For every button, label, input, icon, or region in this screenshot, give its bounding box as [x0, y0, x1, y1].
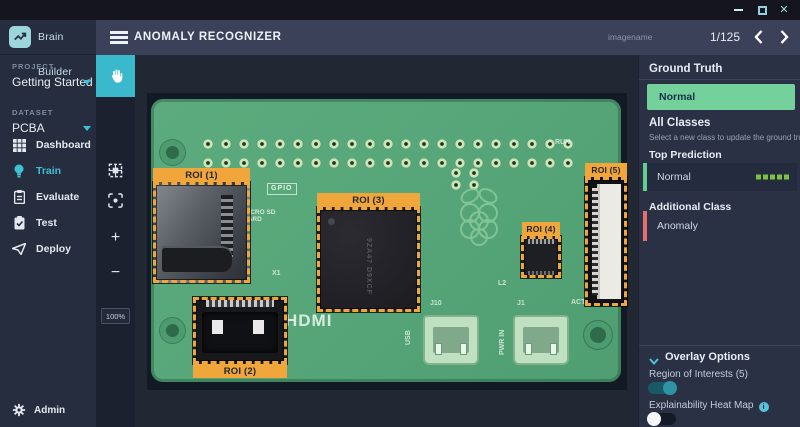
chip-marking-text: 9ZA47 D9XCF — [365, 238, 372, 295]
raspberry-logo — [455, 185, 503, 254]
zoom-level-badge[interactable]: 100% — [101, 308, 130, 324]
sidebar-item-admin[interactable]: Admin — [0, 397, 96, 423]
sidebar-item-test[interactable]: Test — [0, 210, 96, 236]
ground-truth-value[interactable]: Normal — [647, 84, 795, 110]
sidebar-item-dashboard[interactable]: Dashboard — [0, 132, 96, 158]
heatmap-toggle-label: Explainability Heat Map — [649, 400, 769, 412]
top-prediction-heading: Top Prediction — [649, 149, 722, 161]
inspector-panel: Ground Truth Normal All Classes Select a… — [638, 55, 800, 427]
close-icon[interactable] — [774, 0, 794, 20]
chevron-down-icon[interactable] — [649, 352, 659, 362]
roi-3-region[interactable]: 9ZA47 D9XCF — [317, 207, 420, 312]
admin-label: Admin — [34, 405, 65, 416]
hand-icon — [108, 68, 124, 84]
roi-5-label[interactable]: ROI (5) — [585, 163, 627, 177]
roi-1-label[interactable]: ROI (1) — [153, 168, 250, 182]
roi-3-label[interactable]: ROI (3) — [317, 193, 420, 207]
roi-2-region[interactable] — [193, 297, 287, 364]
clipboard-check-icon — [12, 216, 26, 230]
roi-toggle-label: Region of Interests (5) — [649, 369, 748, 380]
center-view-tool-button[interactable] — [96, 179, 135, 221]
roi-toggle[interactable] — [648, 382, 676, 394]
class-row-normal[interactable]: Normal — [643, 163, 797, 191]
sidebar-item-label: Dashboard — [36, 139, 91, 151]
info-icon[interactable] — [759, 402, 769, 412]
sidebar-item-train[interactable]: Train — [0, 158, 96, 184]
brain-builder-logo-icon — [9, 26, 31, 48]
usb-silkscreen-label: USB — [405, 330, 412, 345]
pwr-in-silkscreen-label: PWR IN — [499, 330, 506, 355]
all-classes-subtitle: Select a new class to update the ground … — [649, 133, 800, 142]
gpio-pin-row — [199, 157, 579, 169]
pagination-count: 1/125 — [710, 20, 740, 55]
main-menu: Dashboard Train Evaluate Test — [0, 132, 96, 262]
project-label: PROJECT — [12, 62, 54, 71]
gpio-pin-row — [199, 138, 579, 150]
sidebar-item-deploy[interactable]: Deploy — [0, 236, 96, 262]
gpio-silkscreen-label: GPIO — [267, 183, 297, 195]
clipboard-icon — [12, 190, 26, 204]
sidebar-item-label: Test — [36, 217, 57, 229]
ground-truth-heading: Ground Truth — [649, 63, 722, 75]
dataset-label: DATASET — [12, 108, 53, 117]
mounting-hole — [590, 327, 606, 343]
image-name: imagename — [608, 20, 652, 55]
heatmap-toggle[interactable] — [648, 413, 676, 425]
viewer-toolbar: 100% — [96, 55, 135, 427]
project-value[interactable]: Getting Started — [12, 75, 93, 89]
previous-image-icon[interactable] — [750, 29, 766, 45]
usb-port — [423, 315, 479, 365]
class-row-anomaly[interactable]: Anomaly — [643, 211, 797, 241]
app-window: Brain Builder PROJECT Getting Started DA… — [0, 0, 800, 427]
class-name: Normal — [657, 171, 691, 183]
roi-2-label[interactable]: ROI (2) — [193, 364, 287, 378]
app-name: Brain Builder — [38, 20, 96, 55]
j1-silkscreen-label: J1 — [517, 300, 525, 307]
pan-tool-button[interactable] — [96, 55, 135, 97]
power-port — [513, 315, 569, 365]
run-silkscreen-label: RUN — [555, 139, 570, 146]
j10-silkscreen-label: J10 — [430, 300, 442, 307]
sidebar-item-label: Evaluate — [36, 191, 79, 203]
next-image-icon[interactable] — [776, 29, 792, 45]
act-silkscreen-label: ACT — [571, 299, 585, 306]
send-icon — [12, 242, 26, 256]
window-titlebar — [0, 0, 800, 20]
all-classes-heading: All Classes — [649, 117, 710, 129]
roi-4-region[interactable] — [521, 236, 561, 278]
bulb-icon — [12, 164, 26, 178]
hdmi-silkscreen-label: HDMI — [285, 311, 332, 331]
sidebar-item-label: Deploy — [36, 243, 71, 255]
minimize-icon[interactable] — [728, 0, 748, 20]
zoom-out-button[interactable] — [96, 252, 135, 294]
project-caret-icon[interactable] — [83, 80, 91, 85]
hamburger-menu-icon[interactable] — [110, 31, 128, 44]
mounting-hole — [166, 146, 179, 159]
roi-4-label[interactable]: ROI (4) — [522, 222, 560, 236]
image-canvas[interactable]: GPIO HDMI USB PWR IN J10 J1 ACT RUN MICR… — [135, 55, 638, 427]
app-logo: Brain Builder — [0, 20, 96, 55]
x1-silkscreen-label: X1 — [272, 270, 281, 277]
pcb-image: GPIO HDMI USB PWR IN J10 J1 ACT RUN MICR… — [147, 93, 627, 390]
roi-5-region[interactable] — [585, 177, 627, 306]
sidebar: Brain Builder PROJECT Getting Started DA… — [0, 20, 96, 427]
confidence-squares — [754, 175, 789, 180]
overlay-options-heading: Overlay Options — [665, 351, 750, 363]
class-name: Anomaly — [657, 220, 698, 232]
gear-icon — [12, 403, 26, 417]
roi-1-region[interactable] — [153, 182, 250, 283]
mounting-hole — [166, 324, 179, 337]
dataset-caret-icon[interactable] — [83, 126, 91, 131]
maximize-icon[interactable] — [752, 0, 772, 20]
sidebar-item-evaluate[interactable]: Evaluate — [0, 184, 96, 210]
sidebar-item-label: Train — [36, 165, 61, 177]
header-bar: ANOMALY RECOGNIZER imagename 1/125 — [96, 20, 800, 55]
l2-silkscreen-label: L2 — [498, 280, 506, 287]
dashboard-icon — [12, 138, 26, 152]
page-title: ANOMALY RECOGNIZER — [134, 20, 282, 55]
